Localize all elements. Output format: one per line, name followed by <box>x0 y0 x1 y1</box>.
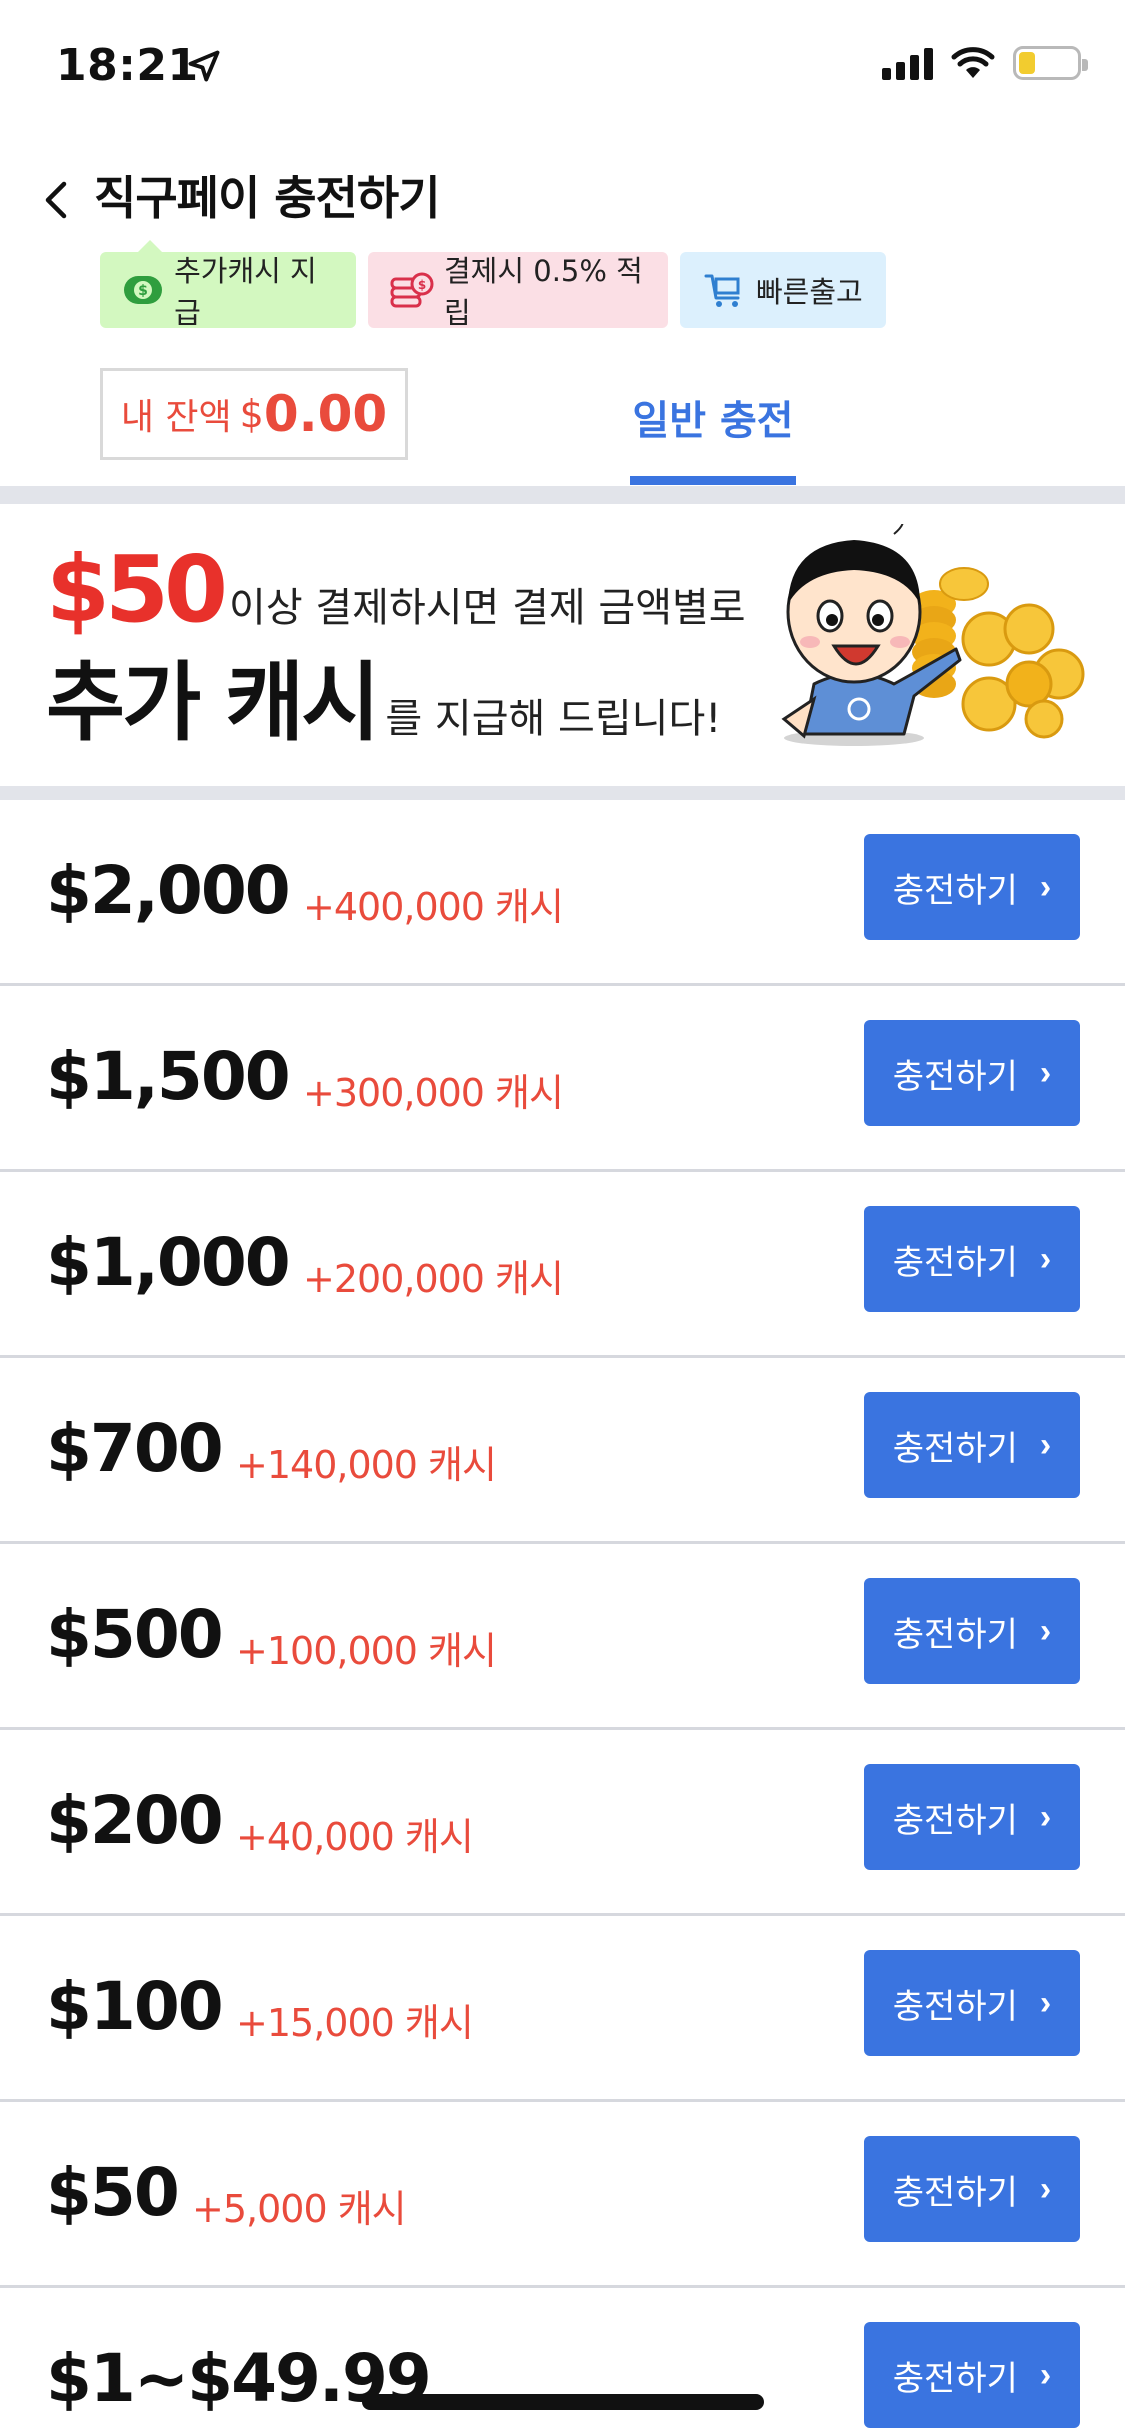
status-time: 18:21 <box>56 40 199 91</box>
location-arrow-icon <box>188 50 220 82</box>
charge-button-label: 충전하기 <box>892 871 1018 910</box>
section-divider <box>0 486 1125 504</box>
promo-line-2: 추가 캐시 를 지급해 드립니다! <box>46 632 721 757</box>
charge-button[interactable]: 충전하기 › <box>864 2322 1080 2428</box>
chevron-right-icon: › <box>1039 2355 1052 2394</box>
charge-button[interactable]: 충전하기 › <box>864 1764 1080 1870</box>
tab-general-charge[interactable]: 일반 충전 <box>630 388 796 446</box>
charge-amount: $50 <box>46 2154 180 2231</box>
cart-icon <box>702 268 746 312</box>
charge-button-label: 충전하기 <box>892 1243 1018 1282</box>
svg-text:$: $ <box>418 278 426 292</box>
balance-box: 내 잔액 $ 0.00 <box>100 368 408 460</box>
chevron-right-icon: › <box>1039 1797 1052 1836</box>
charge-button[interactable]: 충전하기 › <box>864 1578 1080 1684</box>
charge-button-label: 충전하기 <box>892 2359 1018 2398</box>
nav-header: 직구페이 충전하기 <box>0 150 1125 250</box>
charge-amount: $500 <box>46 1596 224 1673</box>
charge-screen: 18:21 직구페이 충전하기 $ 추가캐시 지급 $ 결제시 0.5% 적립 … <box>0 0 1125 2436</box>
bonus-cash: +15,000 캐시 <box>236 2001 474 2045</box>
promo-amount: $50 <box>46 536 228 643</box>
chevron-right-icon: › <box>1039 1425 1052 1464</box>
bonus-cash: +40,000 캐시 <box>236 1815 474 1859</box>
status-icons <box>882 46 1088 80</box>
coin-stack-icon: $ <box>390 268 434 312</box>
promo-highlight: 추가 캐시 <box>46 653 380 753</box>
charge-button[interactable]: 충전하기 › <box>864 1206 1080 1312</box>
charge-option-row: $1~$49.99 충전하기 › <box>0 2288 1125 2436</box>
money-icon: $ <box>122 268 164 312</box>
charge-button-label: 충전하기 <box>892 1801 1018 1840</box>
promo-line-1: $50 이상 결제하시면 결제 금액별로 <box>46 536 746 643</box>
bonus-cash: +5,000 캐시 <box>192 2187 407 2231</box>
charge-amount: $1,500 <box>46 1038 291 1115</box>
badge-points: $ 결제시 0.5% 적립 <box>368 252 668 330</box>
chevron-right-icon: › <box>1039 1983 1052 2022</box>
charge-amount: $700 <box>46 1410 224 1487</box>
promo-text-1: 이상 결제하시면 결제 금액별로 <box>229 585 746 631</box>
mascot-coins-illustration <box>781 524 1085 746</box>
charge-button[interactable]: 충전하기 › <box>864 1020 1080 1126</box>
charge-option-row: $500 +100,000 캐시 충전하기 › <box>0 1544 1125 1730</box>
charge-option-row: $200 +40,000 캐시 충전하기 › <box>0 1730 1125 1916</box>
balance-value: 0.00 <box>263 385 388 443</box>
chevron-right-icon: › <box>1039 867 1052 906</box>
battery-icon <box>1013 46 1088 80</box>
svg-text:$: $ <box>138 283 148 299</box>
badge-fast-shipping: 빠른출고 <box>680 252 886 328</box>
feature-badges: $ 추가캐시 지급 $ 결제시 0.5% 적립 빠른출고 <box>100 240 886 330</box>
badge-label: 결제시 0.5% 적립 <box>444 254 643 330</box>
badge-label: 빠른출고 <box>756 275 863 309</box>
status-bar: 18:21 <box>0 0 1125 140</box>
charge-button-label: 충전하기 <box>892 1987 1018 2026</box>
charge-option-list: $2,000 +400,000 캐시 충전하기 › $1,500 +300,000 캐시 충… <box>0 800 1125 2436</box>
tab-active-indicator <box>630 476 796 485</box>
coin-icon <box>912 567 1085 739</box>
section-divider <box>0 786 1125 800</box>
bonus-cash: +100,000 캐시 <box>236 1629 497 1673</box>
charge-amount: $2,000 <box>46 852 291 929</box>
cellular-signal-icon <box>882 46 933 80</box>
balance-currency: $ <box>239 392 264 436</box>
charge-button[interactable]: 충전하기 › <box>864 2136 1080 2242</box>
charge-option-row: $50 +5,000 캐시 충전하기 › <box>0 2102 1125 2288</box>
wifi-icon <box>951 47 995 78</box>
chevron-right-icon: › <box>1039 1053 1052 1092</box>
charge-option-row: $100 +15,000 캐시 충전하기 › <box>0 1916 1125 2102</box>
balance-label: 내 잔액 <box>120 397 232 438</box>
bonus-cash: +300,000 캐시 <box>303 1071 564 1115</box>
charge-button-label: 충전하기 <box>892 2173 1018 2212</box>
badge-label: 추가캐시 지급 <box>174 254 317 330</box>
chevron-right-icon: › <box>1039 1239 1052 1278</box>
charge-option-row: $1,000 +200,000 캐시 충전하기 › <box>0 1172 1125 1358</box>
badge-extra-cash: $ 추가캐시 지급 <box>100 240 356 330</box>
charge-amount: $200 <box>46 1782 224 1859</box>
charge-amount: $100 <box>46 1968 224 2045</box>
charge-button[interactable]: 충전하기 › <box>864 1392 1080 1498</box>
charge-amount: $1,000 <box>46 1224 291 1301</box>
chevron-right-icon: › <box>1039 1611 1052 1650</box>
chevron-right-icon: › <box>1039 2169 1052 2208</box>
charge-button-label: 충전하기 <box>892 1057 1018 1096</box>
promo-banner: $50 이상 결제하시면 결제 금액별로 추가 캐시 를 지급해 드립니다! <box>0 504 1125 786</box>
bonus-cash: +140,000 캐시 <box>236 1443 497 1487</box>
promo-text-2: 를 지급해 드립니다! <box>385 696 722 742</box>
page-title: 직구페이 충전하기 <box>94 171 441 225</box>
charge-option-row: $700 +140,000 캐시 충전하기 › <box>0 1358 1125 1544</box>
charge-option-row: $1,500 +300,000 캐시 충전하기 › <box>0 986 1125 1172</box>
charge-option-row: $2,000 +400,000 캐시 충전하기 › <box>0 800 1125 986</box>
charge-button[interactable]: 충전하기 › <box>864 1950 1080 2056</box>
bonus-cash: +400,000 캐시 <box>303 885 564 929</box>
home-indicator[interactable] <box>362 2394 764 2410</box>
bonus-cash: +200,000 캐시 <box>303 1257 564 1301</box>
charge-button-label: 충전하기 <box>892 1429 1018 1468</box>
back-chevron-icon[interactable] <box>26 170 86 230</box>
charge-button-label: 충전하기 <box>892 1615 1018 1654</box>
charge-button[interactable]: 충전하기 › <box>864 834 1080 940</box>
